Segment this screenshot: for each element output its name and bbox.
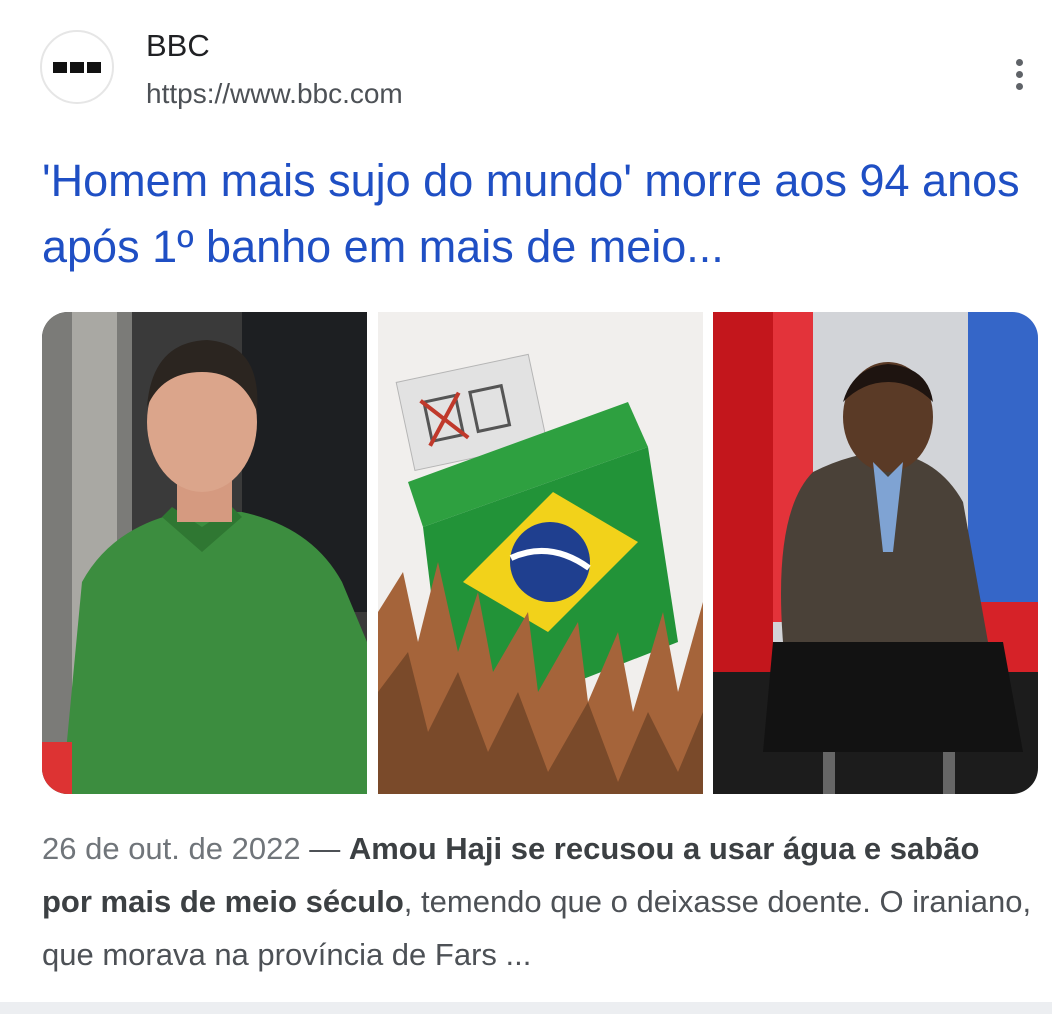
result-snippet: 26 de out. de 2022 — Amou Haji se recuso… xyxy=(42,822,1032,981)
favicon-block-2 xyxy=(70,61,84,73)
site-name[interactable]: BBC xyxy=(146,28,210,64)
snippet-separator: — xyxy=(300,831,349,866)
more-vert-icon xyxy=(1015,58,1023,66)
favicon-block-3 xyxy=(87,61,101,73)
bbc-favicon-icon[interactable] xyxy=(40,30,114,104)
result-image-2[interactable] xyxy=(378,312,703,794)
result-title-link[interactable]: 'Homem mais sujo do mundo' morre aos 94 … xyxy=(42,148,1032,280)
favicon-block-1 xyxy=(53,61,67,73)
card-divider xyxy=(0,1002,1052,1014)
result-image-3[interactable] xyxy=(713,312,1038,794)
result-image-1[interactable] xyxy=(42,312,367,794)
more-options-button[interactable] xyxy=(1004,52,1034,96)
more-vert-icon-dot xyxy=(1015,82,1023,90)
more-vert-icon-dot xyxy=(1015,70,1023,78)
result-date: 26 de out. de 2022 xyxy=(42,831,301,866)
site-url[interactable]: https://www.bbc.com xyxy=(146,78,403,110)
search-result-card: BBC https://www.bbc.com 'Homem mais sujo… xyxy=(0,0,1052,1002)
